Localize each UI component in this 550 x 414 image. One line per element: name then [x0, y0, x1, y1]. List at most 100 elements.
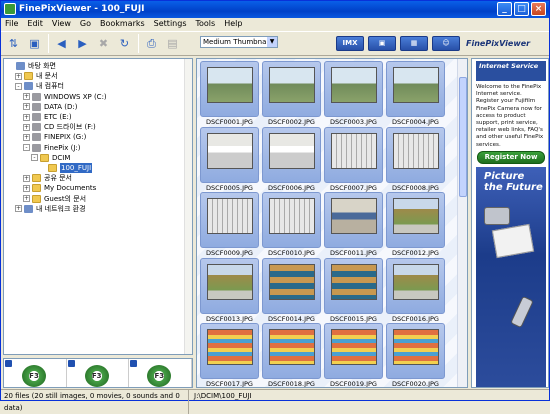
collapse-icon[interactable]: -: [23, 144, 30, 152]
pane-marker-icon: [67, 360, 75, 367]
tree-node[interactable]: 바탕 화면: [7, 61, 56, 71]
menu-item-view[interactable]: View: [52, 18, 71, 30]
tree-node[interactable]: 100_FUJI: [39, 163, 93, 173]
menu-item-edit[interactable]: Edit: [27, 18, 43, 30]
grid-scrollbar[interactable]: [457, 59, 467, 387]
people-mode-button[interactable]: ☺: [432, 36, 460, 51]
expand-icon[interactable]: +: [23, 184, 30, 192]
device-pane[interactable]: F3: [67, 359, 130, 387]
device-pane[interactable]: F3: [4, 359, 67, 387]
thumbnail-item[interactable]: DSCF0003.JPG: [324, 61, 383, 128]
thumbnail-item[interactable]: DSCF0012.JPG: [386, 192, 445, 259]
tree-node-label: 공유 문서: [44, 174, 72, 183]
tree-node-label: Guest의 문서: [44, 194, 87, 203]
device-pane[interactable]: F3: [129, 359, 193, 387]
thumbnail-frame: [262, 323, 321, 379]
folder-icon: [32, 174, 41, 183]
thumbnail-item[interactable]: DSCF0014.JPG: [262, 257, 321, 325]
expand-icon[interactable]: +: [15, 72, 22, 80]
pane-marker-icon: [5, 360, 12, 367]
menu-item-bookmarks[interactable]: Bookmarks: [100, 18, 145, 30]
tree-node[interactable]: + DATA (D:): [23, 102, 77, 112]
expand-icon[interactable]: +: [23, 103, 30, 111]
thumbnail-item[interactable]: DSCF0011.JPG: [324, 192, 383, 259]
camera-mode-button[interactable]: ▣: [368, 36, 396, 51]
tree-node[interactable]: + 공유 문서: [23, 173, 72, 183]
expand-icon[interactable]: +: [23, 123, 30, 131]
thumbnail-image: [331, 263, 377, 300]
thumbnail-item[interactable]: DSCF0006.JPG: [262, 126, 321, 194]
camera-import-icon[interactable]: ▣: [26, 35, 43, 52]
thumbnail-item[interactable]: DSCF0001.JPG: [200, 61, 259, 128]
tree-node[interactable]: - 내 컴퓨터: [15, 81, 64, 91]
refresh-icon[interactable]: ↻: [116, 35, 133, 52]
tree-node[interactable]: - FinePix (J:): [23, 143, 80, 153]
internet-service-panel: Internet Service Welcome to the FinePix …: [471, 58, 549, 388]
minimize-button[interactable]: _: [497, 2, 512, 16]
tree-node[interactable]: - DCIM: [31, 153, 70, 163]
internet-service-banner[interactable]: Internet Service: [476, 61, 546, 81]
tree-node[interactable]: + 내 네트워크 환경: [15, 204, 86, 214]
film-mode-button[interactable]: ▦: [400, 36, 428, 51]
thumbnail-item[interactable]: DSCF0010.JPG: [262, 192, 321, 259]
expand-icon[interactable]: +: [23, 93, 30, 101]
menu-item-help[interactable]: Help: [224, 18, 242, 30]
view-size-select[interactable]: Medium Thumbnail ▼: [200, 36, 278, 48]
expand-icon[interactable]: +: [23, 113, 30, 121]
thumbnail-frame: [324, 257, 383, 314]
thumbnail-filename: DSCF0017.JPG: [206, 380, 253, 388]
collapse-icon[interactable]: -: [15, 82, 22, 90]
thumbnail-item[interactable]: DSCF0013.JPG: [200, 257, 259, 325]
expand-icon[interactable]: +: [15, 205, 22, 213]
thumbnail-item[interactable]: DSCF0008.JPG: [386, 126, 445, 194]
tree-node[interactable]: + CD 드라이브 (F:): [23, 122, 96, 132]
close-button[interactable]: ×: [531, 2, 546, 16]
forward-arrow-icon[interactable]: ▶: [74, 35, 91, 52]
imx-mode-button[interactable]: IMX: [336, 36, 364, 51]
thumbnail-item[interactable]: DSCF0002.JPG: [262, 61, 321, 128]
thumbnail-item[interactable]: DSCF0004.JPG: [386, 61, 445, 128]
thumbnail-item[interactable]: DSCF0009.JPG: [200, 192, 259, 259]
finepix-device-icon: F3: [22, 365, 46, 387]
thumbnail-image: [393, 329, 439, 365]
tree-node[interactable]: + ETC (E:): [23, 112, 72, 122]
tree-node[interactable]: + My Documents: [23, 183, 96, 193]
picture-the-future-ad[interactable]: Picture the Future: [476, 167, 546, 387]
thumbnail-item[interactable]: DSCF0015.JPG: [324, 257, 383, 325]
thumbnail-item[interactable]: DSCF0019.JPG: [324, 323, 383, 387]
tree-scrollbar[interactable]: [184, 59, 192, 354]
stop-icon[interactable]: ✖: [95, 35, 112, 52]
expand-icon[interactable]: +: [23, 195, 30, 203]
thumbnail-filename: DSCF0018.JPG: [268, 380, 315, 388]
collapse-icon[interactable]: -: [31, 154, 38, 162]
back-arrow-icon[interactable]: ◀: [53, 35, 70, 52]
expand-icon[interactable]: +: [23, 174, 30, 182]
thumbnail-item[interactable]: DSCF0016.JPG: [386, 257, 445, 325]
print-icon[interactable]: ⎙: [143, 35, 160, 52]
maximize-button[interactable]: □: [514, 2, 529, 16]
thumbnail-item[interactable]: DSCF0020.JPG: [386, 323, 445, 387]
menu-item-file[interactable]: File: [5, 18, 18, 30]
register-now-button[interactable]: Register Now: [477, 151, 545, 164]
thumbnail-image: [207, 263, 253, 300]
thumbnail-filename: DSCF0005.JPG: [206, 183, 253, 192]
folder-icon: [48, 164, 57, 172]
tree-node[interactable]: + Guest의 문서: [23, 194, 86, 204]
thumbnail-item[interactable]: DSCF0017.JPG: [200, 323, 259, 388]
open-icon[interactable]: ▤: [164, 35, 181, 52]
tree-node[interactable]: + 내 문서: [15, 71, 58, 81]
menu-item-settings[interactable]: Settings: [154, 18, 187, 30]
thumbnail-image: [207, 198, 253, 234]
thumbnail-image: [269, 132, 315, 169]
menu-item-go[interactable]: Go: [80, 18, 91, 30]
thumbnail-item[interactable]: DSCF0005.JPG: [200, 126, 259, 194]
menu-item-tools[interactable]: Tools: [195, 18, 215, 30]
scrollbar-thumb[interactable]: [459, 77, 467, 197]
picture-the-future-text: Picture the Future: [484, 171, 543, 193]
folder-tree-icon[interactable]: ⇅: [5, 35, 22, 52]
tree-node[interactable]: + FINEPIX (G:): [23, 132, 86, 142]
expand-icon[interactable]: +: [23, 133, 30, 141]
tree-node[interactable]: + WINDOWS XP (C:): [23, 92, 107, 102]
thumbnail-item[interactable]: DSCF0007.JPG: [324, 126, 383, 194]
thumbnail-item[interactable]: DSCF0018.JPG: [262, 323, 321, 388]
